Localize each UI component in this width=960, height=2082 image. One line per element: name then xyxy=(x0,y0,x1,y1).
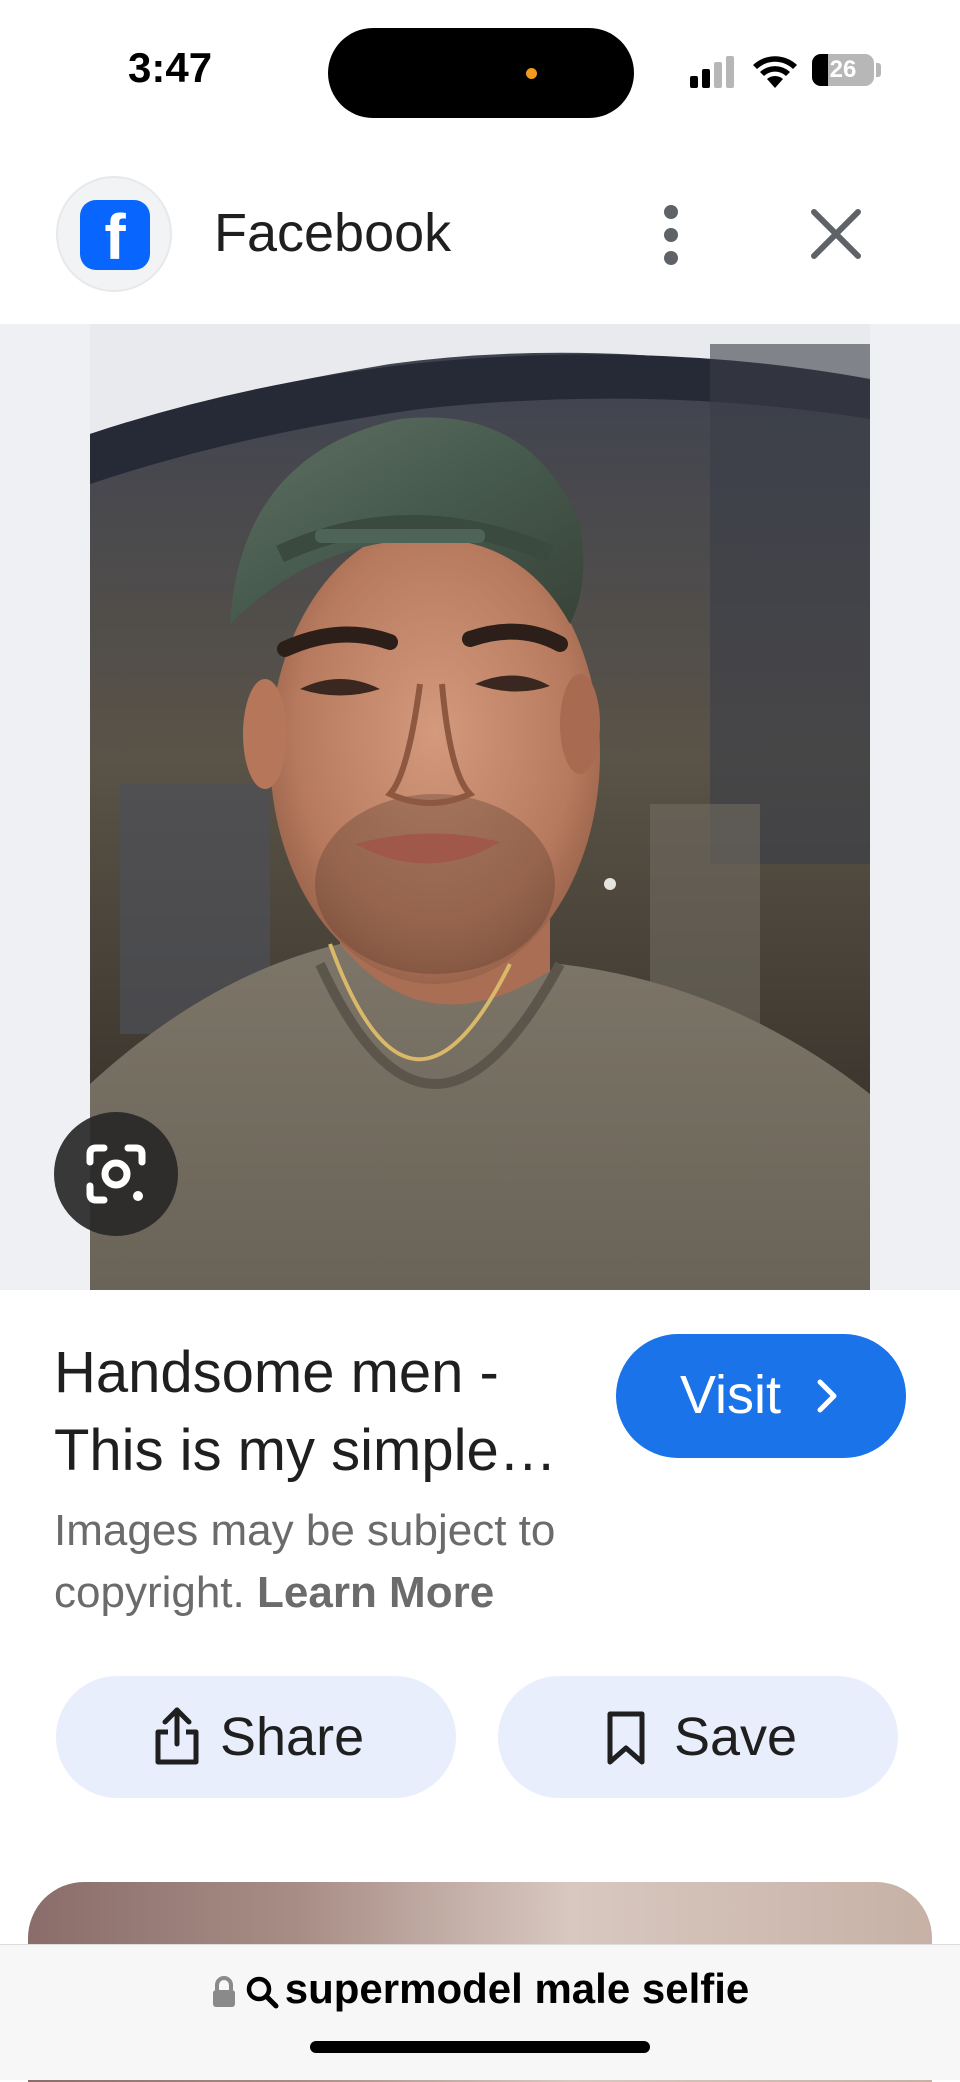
learn-more-link[interactable]: Learn More xyxy=(257,1568,494,1617)
address-bar[interactable]: supermodel male selfie xyxy=(0,1944,960,2080)
result-title[interactable]: Handsome men - This is my simple selfie xyxy=(54,1334,594,1490)
facebook-logo-letter: f xyxy=(104,201,126,273)
share-button[interactable]: Share xyxy=(56,1676,456,1798)
source-logo[interactable]: f xyxy=(56,176,172,292)
share-button-label: Share xyxy=(220,1707,365,1767)
status-time: 3:47 xyxy=(128,44,213,91)
close-icon xyxy=(811,209,861,259)
status-bar: 3:47 26 xyxy=(0,0,960,140)
address-bar-content[interactable]: supermodel male selfie xyxy=(0,1965,960,2013)
dynamic-island xyxy=(328,28,634,118)
copyright-notice: Images may be subject to copyright. Lear… xyxy=(54,1500,614,1624)
more-vertical-icon xyxy=(664,205,678,265)
address-bar-query: supermodel male selfie xyxy=(284,1965,750,2012)
more-options-button[interactable] xyxy=(644,200,698,270)
lock-icon xyxy=(212,1975,235,2007)
search-icon xyxy=(246,1976,279,2009)
preview-photo[interactable] xyxy=(90,324,870,1290)
camera-indicator-icon xyxy=(526,68,537,79)
google-lens-icon xyxy=(86,1144,146,1204)
save-button-label: Save xyxy=(674,1707,798,1767)
share-icon xyxy=(155,1707,199,1765)
google-lens-button[interactable] xyxy=(54,1112,178,1236)
source-header: f Facebook xyxy=(0,170,960,324)
close-button[interactable] xyxy=(806,204,866,264)
battery-level: 26 xyxy=(829,56,857,83)
battery-icon: 26 xyxy=(812,54,874,86)
wifi-icon xyxy=(753,56,797,88)
facebook-logo-icon: f xyxy=(80,200,150,273)
home-indicator[interactable] xyxy=(310,2041,650,2053)
visit-button-label: Visit xyxy=(680,1365,782,1425)
chevron-right-icon xyxy=(817,1379,837,1413)
bookmark-icon xyxy=(607,1711,645,1765)
source-site-name: Facebook xyxy=(214,203,452,263)
cellular-signal-icon xyxy=(690,56,734,88)
battery-tip xyxy=(876,63,881,77)
image-preview-area xyxy=(0,324,960,1290)
visit-button[interactable]: Visit xyxy=(616,1334,906,1458)
save-button[interactable]: Save xyxy=(498,1676,898,1798)
